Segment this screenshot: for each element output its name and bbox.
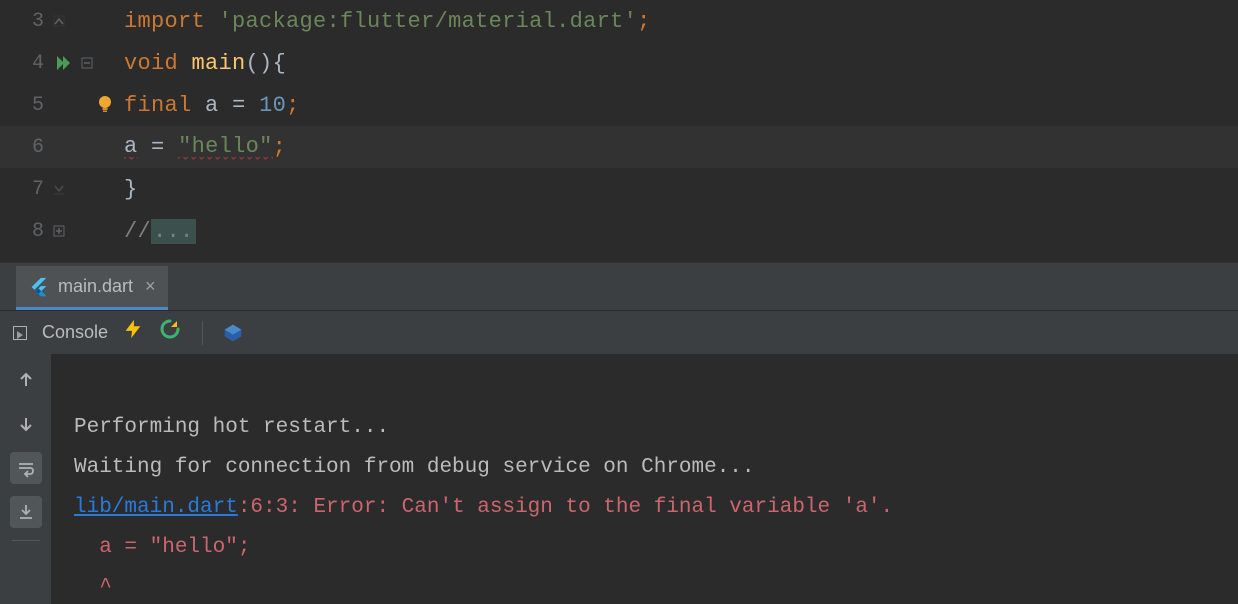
- keyword-final: final: [124, 93, 192, 118]
- line-number: 5: [0, 94, 52, 117]
- code-line[interactable]: 4 void main () {: [0, 42, 1238, 84]
- fold-end-icon[interactable]: [52, 182, 66, 196]
- semicolon: ;: [637, 9, 651, 34]
- toolbar-divider: [12, 540, 40, 541]
- brace-open: {: [273, 51, 287, 76]
- error-caret: ^: [74, 576, 112, 599]
- fold-start-icon[interactable]: [80, 56, 94, 70]
- console-line: Performing hot restart...: [74, 416, 389, 439]
- identifier-main: main: [192, 51, 246, 76]
- intention-bulb-icon[interactable]: [94, 94, 116, 116]
- equals: =: [151, 135, 165, 160]
- fold-expand-icon[interactable]: [52, 224, 66, 238]
- console-left-toolbar: [0, 354, 52, 604]
- folded-placeholder[interactable]: ...: [151, 219, 196, 244]
- console-title: Console: [42, 322, 108, 343]
- number-literal: 10: [259, 93, 286, 118]
- semicolon: ;: [286, 93, 300, 118]
- soft-wrap-button[interactable]: [10, 452, 42, 484]
- run-gutter-icon[interactable]: [52, 52, 74, 74]
- line-number: 7: [0, 178, 52, 201]
- run-tab-main-dart[interactable]: main.dart ×: [16, 266, 168, 310]
- parens: (): [246, 51, 273, 76]
- code-line[interactable]: 8 //...: [0, 210, 1238, 252]
- run-tab-label: main.dart: [58, 276, 133, 297]
- toolbar-divider: [202, 321, 203, 345]
- code-editor[interactable]: 3 import 'package:flutter/material.dart'…: [0, 0, 1238, 262]
- line-number: 8: [0, 220, 52, 243]
- error-code-line: a = "hello";: [74, 536, 250, 559]
- string-literal: 'package:flutter/material.dart': [219, 9, 638, 34]
- scroll-down-button[interactable]: [10, 408, 42, 440]
- hot-restart-icon[interactable]: [158, 317, 182, 348]
- brace-close: }: [124, 177, 138, 202]
- keyword-import: import: [124, 9, 205, 34]
- code-line-current[interactable]: 6 a = "hello";: [0, 126, 1238, 168]
- identifier-a-error: a: [124, 134, 138, 160]
- devtools-icon[interactable]: [223, 323, 243, 343]
- identifier-a: a: [205, 93, 219, 118]
- line-number: 3: [0, 10, 52, 33]
- flutter-icon: [28, 276, 50, 298]
- console-line: Waiting for connection from debug servic…: [74, 456, 755, 479]
- code-line[interactable]: 5 final a = 10;: [0, 84, 1238, 126]
- show-console-icon[interactable]: [12, 325, 28, 341]
- line-number: 6: [0, 136, 52, 159]
- console-area: Performing hot restart... Waiting for co…: [0, 354, 1238, 604]
- code-line[interactable]: 3 import 'package:flutter/material.dart'…: [0, 0, 1238, 42]
- keyword-void: void: [124, 51, 178, 76]
- error-file-link[interactable]: lib/main.dart: [74, 496, 238, 519]
- fold-end-icon[interactable]: [52, 14, 66, 28]
- line-number: 4: [0, 52, 52, 75]
- error-message: :6:3: Error: Can't assign to the final v…: [238, 496, 893, 519]
- hot-reload-icon[interactable]: [122, 318, 144, 347]
- console-output[interactable]: Performing hot restart... Waiting for co…: [52, 354, 1238, 604]
- console-toolbar: Console: [0, 310, 1238, 354]
- comment-slashes: //: [124, 219, 151, 244]
- semicolon: ;: [273, 135, 287, 160]
- scroll-up-button[interactable]: [10, 364, 42, 396]
- code-line[interactable]: 7 }: [0, 168, 1238, 210]
- close-icon[interactable]: ×: [141, 276, 156, 297]
- run-tab-bar: main.dart ×: [0, 262, 1238, 310]
- equals: =: [232, 93, 246, 118]
- string-literal-error: "hello": [178, 134, 273, 160]
- scroll-to-end-button[interactable]: [10, 496, 42, 528]
